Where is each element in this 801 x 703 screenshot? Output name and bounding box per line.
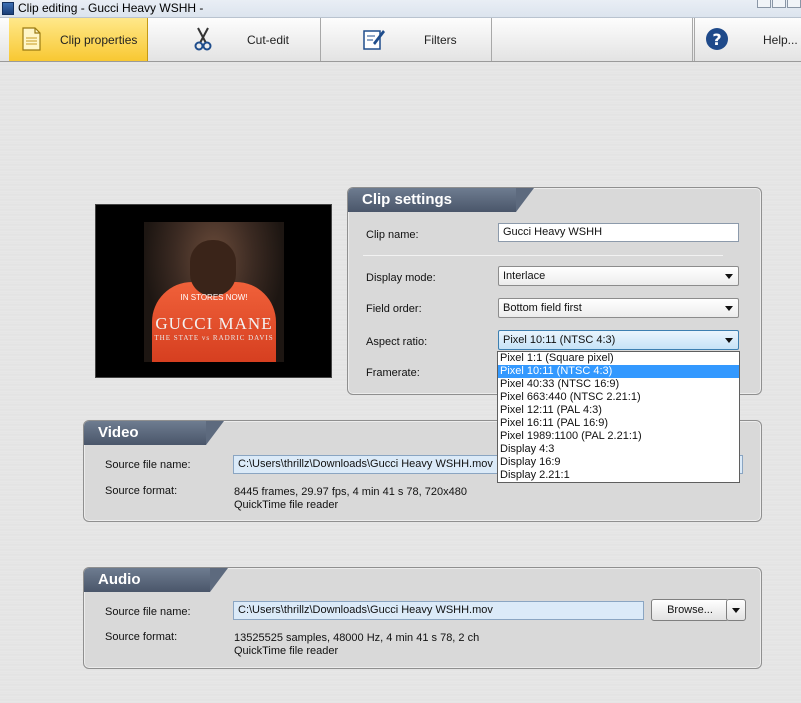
aspect-ratio-option[interactable]: Display 4:3 [498, 443, 739, 456]
video-source-file-label: Source file name: [105, 459, 191, 471]
audio-source-file-label: Source file name: [105, 606, 191, 618]
help-label: Help... [763, 33, 798, 47]
edit-filter-icon [363, 30, 385, 50]
aspect-ratio-option[interactable]: Display 2.21:1 [498, 469, 739, 482]
video-heading: Video [84, 421, 224, 445]
tab-cut-edit[interactable]: Cut-edit [149, 18, 321, 61]
aspect-ratio-value: Pixel 10:11 (NTSC 4:3) [503, 334, 616, 346]
field-order-select[interactable]: Bottom field first [498, 298, 739, 318]
audio-source-file-input[interactable]: C:\Users\thrillz\Downloads\Gucci Heavy W… [233, 601, 644, 620]
audio-panel: Audio Source file name: C:\Users\thrillz… [83, 567, 762, 669]
app-icon [2, 2, 14, 15]
help-button[interactable]: ? Help... [694, 18, 801, 61]
window-titlebar: Clip editing - Gucci Heavy WSHH - [0, 0, 801, 18]
tab-filters[interactable]: Filters [322, 18, 492, 61]
aspect-ratio-option[interactable]: Pixel 1989:1100 (PAL 2.21:1) [498, 430, 739, 443]
album-subtitle: THE STATE vs RADRIC DAVIS [154, 334, 274, 342]
aspect-ratio-option[interactable]: Display 16:9 [498, 456, 739, 469]
minimize-button[interactable] [757, 0, 771, 8]
audio-format-reader: QuickTime file reader [234, 645, 339, 657]
aspect-ratio-option[interactable]: Pixel 16:11 (PAL 16:9) [498, 417, 739, 430]
help-icon: ? [706, 28, 728, 50]
video-preview: IN STORES NOW! GUCCI MANE THE STATE vs R… [95, 204, 332, 378]
audio-source-format-label: Source format: [105, 631, 178, 643]
clip-settings-heading: Clip settings [348, 188, 534, 212]
display-mode-label: Display mode: [366, 272, 436, 284]
chevron-down-icon [725, 306, 733, 311]
field-order-label: Field order: [366, 303, 422, 315]
aspect-ratio-select[interactable]: Pixel 10:11 (NTSC 4:3) [498, 330, 739, 350]
divider [363, 255, 723, 256]
video-source-format-label: Source format: [105, 485, 178, 497]
toolbar-spacer [493, 18, 693, 61]
tab-cut-edit-label: Cut-edit [247, 33, 290, 47]
chevron-down-icon [725, 274, 733, 279]
video-format-reader: QuickTime file reader [234, 499, 339, 511]
window-title: Clip editing - Gucci Heavy WSHH - [18, 1, 204, 15]
chevron-down-icon [725, 338, 733, 343]
audio-format-details: 13525525 samples, 48000 Hz, 4 min 41 s 7… [234, 632, 480, 644]
album-banner: IN STORES NOW! [180, 293, 248, 302]
album-cover-image: IN STORES NOW! GUCCI MANE THE STATE vs R… [144, 222, 284, 362]
field-order-value: Bottom field first [503, 302, 582, 314]
aspect-ratio-option[interactable]: Pixel 1:1 (Square pixel) [498, 352, 739, 365]
scissors-icon [194, 27, 212, 51]
album-artist: GUCCI MANE [155, 314, 273, 333]
aspect-ratio-option[interactable]: Pixel 12:11 (PAL 4:3) [498, 404, 739, 417]
browse-dropdown-button[interactable] [726, 599, 746, 621]
aspect-ratio-option[interactable]: Pixel 40:33 (NTSC 16:9) [498, 378, 739, 391]
tab-filters-label: Filters [424, 33, 457, 47]
aspect-ratio-option[interactable]: Pixel 663:440 (NTSC 2.21:1) [498, 391, 739, 404]
browse-button[interactable]: Browse... [651, 599, 729, 621]
close-button[interactable] [787, 0, 801, 8]
maximize-button[interactable] [772, 0, 786, 8]
document-icon [22, 27, 41, 51]
clip-name-label: Clip name: [366, 229, 419, 241]
aspect-ratio-dropdown-list: Pixel 1:1 (Square pixel) Pixel 10:11 (NT… [497, 351, 740, 483]
chevron-down-icon [732, 608, 740, 613]
toolbar: Clip properties Cut-edit Filters ? Help.… [0, 18, 801, 62]
audio-heading: Audio [84, 568, 228, 592]
aspect-ratio-label: Aspect ratio: [366, 336, 428, 348]
clip-name-input[interactable]: Gucci Heavy WSHH [498, 223, 739, 242]
svg-text:?: ? [712, 30, 721, 49]
display-mode-select[interactable]: Interlace [498, 266, 739, 286]
display-mode-value: Interlace [503, 270, 546, 282]
video-format-details: 8445 frames, 29.97 fps, 4 min 41 s 78, 7… [234, 486, 467, 498]
aspect-ratio-option-selected[interactable]: Pixel 10:11 (NTSC 4:3) [498, 365, 739, 378]
tab-clip-properties[interactable]: Clip properties [9, 18, 148, 61]
tab-clip-properties-label: Clip properties [60, 33, 138, 47]
framerate-label: Framerate: [366, 367, 420, 379]
